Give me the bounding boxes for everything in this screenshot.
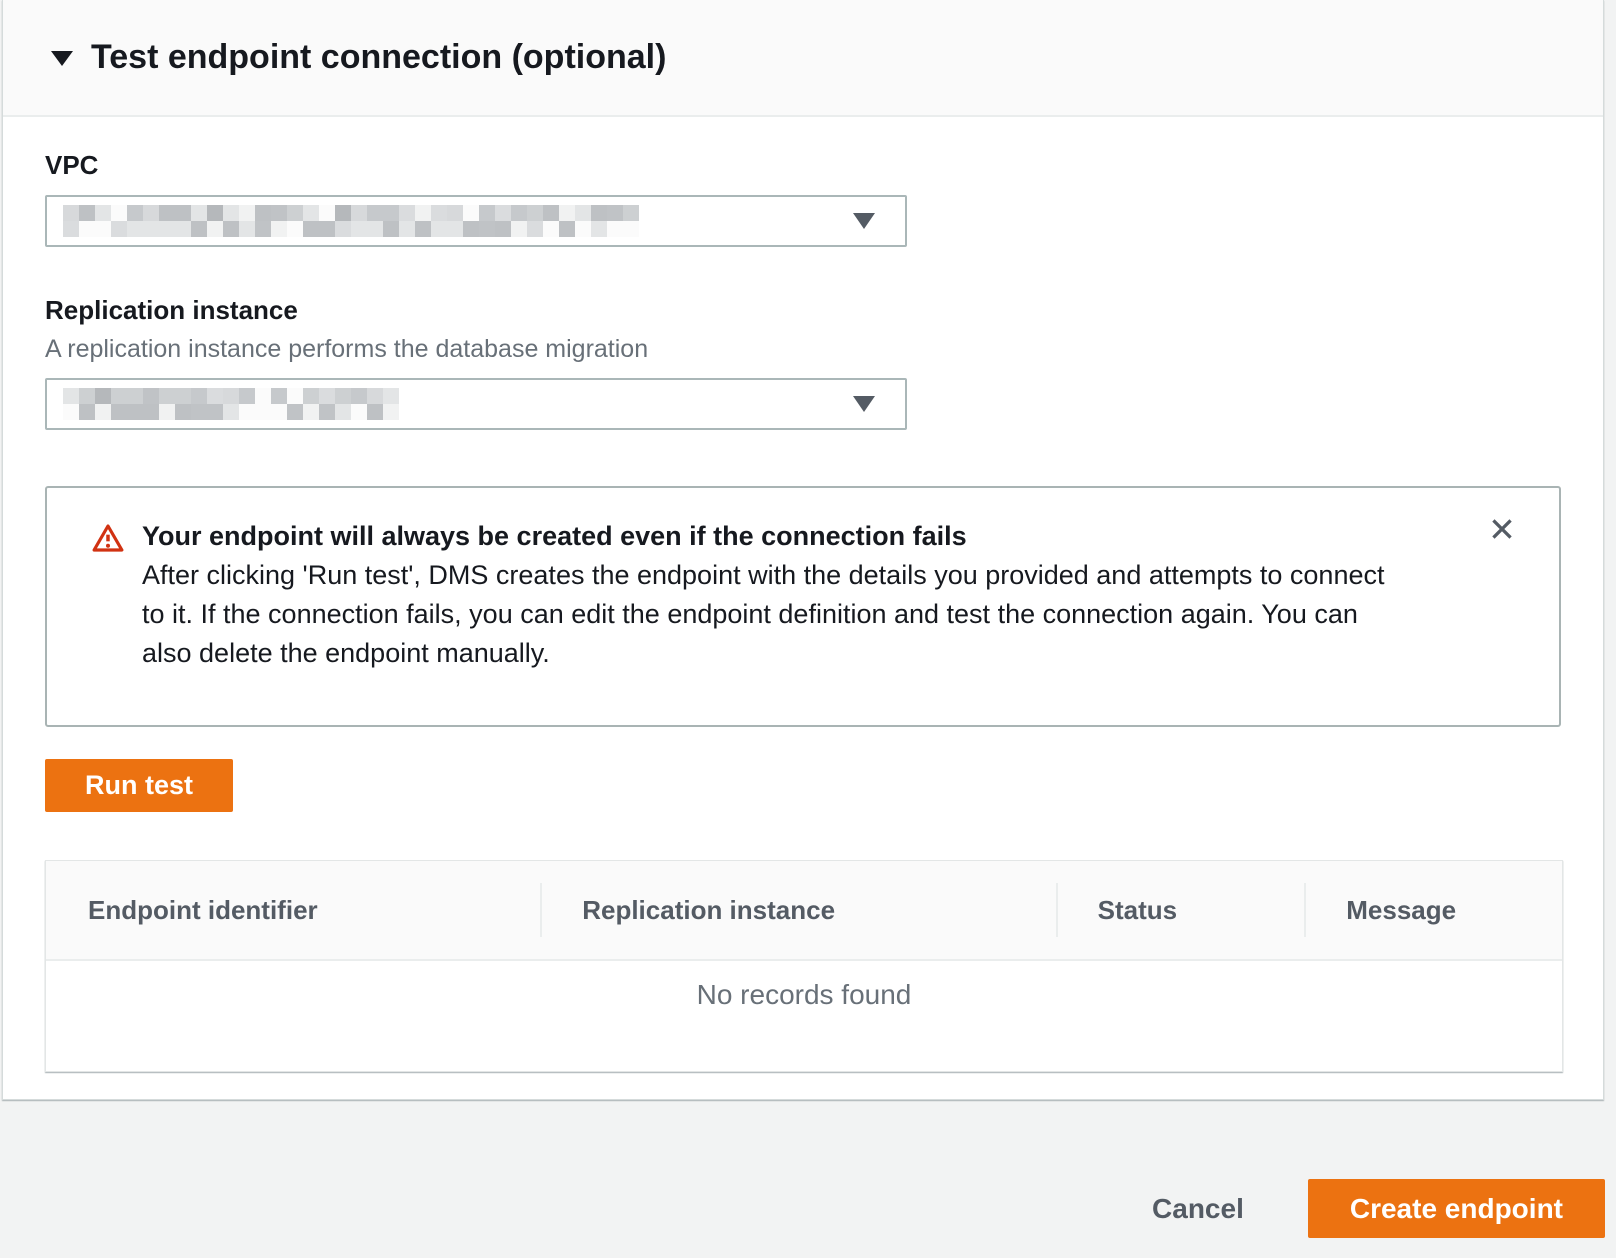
- panel-header[interactable]: Test endpoint connection (optional): [3, 0, 1603, 117]
- footer-actions: Cancel Create endpoint: [1152, 1179, 1605, 1238]
- replication-instance-redacted-value: [63, 388, 399, 420]
- warning-triangle-icon: [92, 523, 124, 673]
- warning-body: After clicking 'Run test', DMS creates t…: [142, 556, 1384, 673]
- panel-body: VPC Replication instance A replication i…: [3, 150, 1603, 1072]
- column-header-endpoint-identifier: Endpoint identifier: [46, 861, 540, 959]
- warning-text-block: Your endpoint will always be created eve…: [142, 516, 1384, 673]
- vpc-redacted-value: [63, 205, 639, 237]
- replication-instance-label: Replication instance: [45, 295, 1561, 326]
- section-collapse-icon[interactable]: [51, 51, 73, 66]
- test-results-table: Endpoint identifier Replication instance…: [45, 860, 1563, 1072]
- replication-instance-description: A replication instance performs the data…: [45, 335, 1561, 364]
- panel-title: Test endpoint connection (optional): [91, 38, 666, 77]
- column-header-status: Status: [1056, 861, 1305, 959]
- table-empty-state: No records found: [46, 961, 1562, 1071]
- chevron-down-icon: [853, 213, 875, 229]
- chevron-down-icon: [853, 396, 875, 412]
- create-endpoint-button[interactable]: Create endpoint: [1308, 1179, 1605, 1238]
- vpc-select[interactable]: [45, 195, 907, 247]
- vpc-label: VPC: [45, 150, 1561, 181]
- run-test-button[interactable]: Run test: [45, 759, 233, 812]
- test-endpoint-panel: Test endpoint connection (optional) VPC …: [2, 0, 1604, 1100]
- close-icon[interactable]: [1487, 514, 1517, 544]
- vpc-field-group: VPC: [45, 150, 1561, 247]
- warning-title: Your endpoint will always be created eve…: [142, 516, 1384, 556]
- cancel-button[interactable]: Cancel: [1152, 1193, 1244, 1225]
- table-header-row: Endpoint identifier Replication instance…: [46, 861, 1562, 961]
- warning-alert: Your endpoint will always be created eve…: [45, 486, 1561, 727]
- replication-instance-select[interactable]: [45, 378, 907, 430]
- column-header-message: Message: [1304, 861, 1562, 959]
- column-header-replication-instance: Replication instance: [540, 861, 1055, 959]
- replication-instance-field-group: Replication instance A replication insta…: [45, 295, 1561, 430]
